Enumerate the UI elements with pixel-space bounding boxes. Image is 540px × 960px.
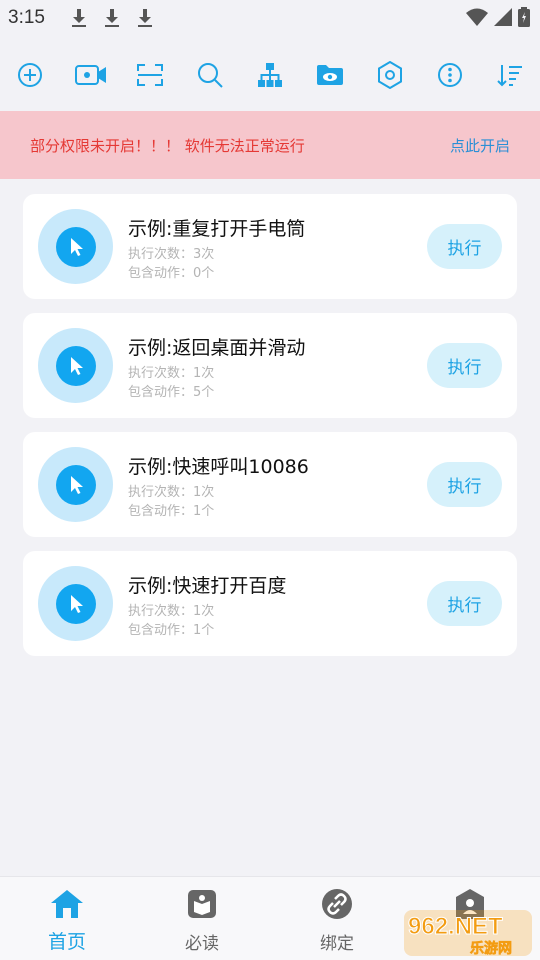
task-card[interactable]: 示例:返回桌面并滑动 执行次数：1次 包含动作：5个 执行 [23,313,517,418]
battery-icon [518,7,530,27]
task-avatar [38,209,113,284]
watermark-site: 乐游网 [470,940,512,957]
execute-button[interactable]: 执行 [427,462,502,507]
cursor-icon [70,594,83,613]
cursor-icon [70,475,83,494]
cursor-icon [70,237,83,256]
nav-must-read[interactable]: 必读 [157,887,247,957]
task-card[interactable]: 示例:快速打开百度 执行次数：1次 包含动作：1个 执行 [23,551,517,656]
nav-label: 首页 [47,931,86,953]
nav-label: 绑定 [320,934,354,954]
signal-icon [494,8,512,26]
task-action-count: 包含动作：1个 [128,504,215,519]
download-icon [72,9,86,27]
cursor-icon [70,356,83,375]
task-title: 示例:返回桌面并滑动 [128,337,306,359]
top-toolbar [0,50,540,96]
add-icon[interactable] [15,60,45,90]
task-title: 示例:快速打开百度 [128,575,287,597]
task-card[interactable]: 示例:重复打开手电筒 执行次数：3次 包含动作：0个 执行 [23,194,517,299]
home-icon [51,890,83,918]
book-icon [188,890,216,918]
execute-button[interactable]: 执行 [427,224,502,269]
sort-icon[interactable] [495,60,525,90]
task-title: 示例:快速呼叫10086 [128,456,309,478]
task-run-count: 执行次数：1次 [128,604,215,619]
task-avatar [38,566,113,641]
execute-button[interactable]: 执行 [427,581,502,626]
task-action-count: 包含动作：0个 [128,266,215,281]
execute-button[interactable]: 执行 [427,343,502,388]
nav-bind[interactable]: 绑定 [292,887,382,957]
more-options-icon[interactable] [435,60,465,90]
scan-icon[interactable] [135,60,165,90]
hierarchy-icon[interactable] [255,60,285,90]
folder-view-icon[interactable] [315,60,345,90]
wifi-icon [466,8,488,26]
task-action-count: 包含动作：1个 [128,623,215,638]
task-run-count: 执行次数：1次 [128,485,215,500]
watermark-logo: 962.NET 乐游网 [404,910,532,957]
task-action-count: 包含动作：5个 [128,385,215,400]
download-icon [138,9,152,27]
task-avatar [38,328,113,403]
nav-label: 必读 [185,934,219,954]
video-record-icon[interactable] [74,60,108,90]
warning-message: 部分权限未开启！！！ 软件无法正常运行 [30,137,305,155]
watermark-brand: 962.NET [408,913,503,940]
status-bar: 3:15 [0,0,540,38]
hexagon-settings-icon[interactable] [375,60,405,90]
status-time: 3:15 [8,7,45,28]
task-card[interactable]: 示例:快速呼叫10086 执行次数：1次 包含动作：1个 执行 [23,432,517,537]
task-title: 示例:重复打开手电筒 [128,218,306,240]
task-avatar [38,447,113,522]
task-run-count: 执行次数：1次 [128,366,215,381]
nav-home[interactable]: 首页 [22,887,112,957]
task-run-count: 执行次数：3次 [128,247,215,262]
enable-permissions-link[interactable]: 点此开启 [450,135,510,156]
search-icon[interactable] [195,60,225,90]
download-icon [105,9,119,27]
link-icon [322,889,352,919]
permission-warning-banner: 部分权限未开启！！！ 软件无法正常运行 点此开启 [0,111,540,179]
